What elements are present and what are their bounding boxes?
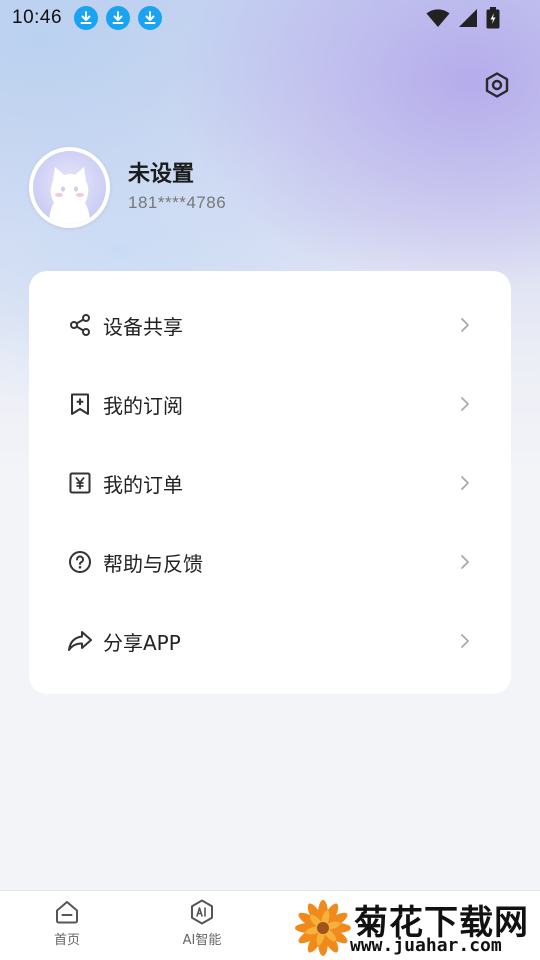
user-info: 未设置 181****4786 [128, 160, 226, 216]
chrysanthemum-logo [295, 900, 351, 956]
menu-item-label: 分享APP [103, 630, 181, 655]
share-forward-icon [67, 628, 93, 654]
system-icons [426, 7, 500, 29]
menu-item-label: 帮助与反馈 [103, 551, 203, 576]
settings-button[interactable] [482, 70, 512, 100]
status-time: 10:46 [12, 7, 63, 28]
avatar[interactable] [29, 147, 110, 228]
menu-card: 设备共享 我的订阅 我的订单 帮助与反馈 分享APP [29, 271, 511, 694]
watermark-url: www.juahar.com [350, 935, 502, 956]
download-icon [106, 6, 131, 30]
user-name[interactable]: 未设置 [128, 160, 226, 190]
site-watermark: 菊花下载网 www.juahar.com [292, 895, 540, 960]
chevron-right-icon [461, 476, 469, 490]
ai-icon [191, 899, 213, 925]
cell-signal-icon [459, 9, 477, 27]
battery-icon [486, 7, 500, 29]
download-icon [74, 6, 99, 30]
settings-icon [485, 72, 509, 98]
chevron-right-icon [461, 397, 469, 411]
help-circle-icon [67, 549, 93, 575]
menu-item-orders[interactable]: 我的订单 [29, 453, 511, 513]
download-icon [138, 6, 163, 30]
menu-item-subscriptions[interactable]: 我的订阅 [29, 374, 511, 434]
wifi-icon [426, 9, 450, 27]
menu-item-label: 设备共享 [103, 314, 183, 339]
status-bar: 10:46 [0, 0, 540, 36]
tab-home[interactable]: 首页 [27, 899, 107, 948]
menu-item-help-feedback[interactable]: 帮助与反馈 [29, 532, 511, 592]
menu-item-share-app[interactable]: 分享APP [29, 611, 511, 671]
tab-label: AI智能 [182, 933, 222, 948]
menu-item-label: 我的订阅 [103, 393, 183, 418]
tab-label: 首页 [53, 933, 80, 948]
menu-item-label: 我的订单 [103, 472, 183, 497]
chevron-right-icon [461, 555, 469, 569]
menu-item-device-share[interactable]: 设备共享 [29, 295, 511, 355]
home-icon [56, 901, 78, 924]
bookmark-add-icon [67, 391, 93, 417]
tab-ai[interactable]: AI智能 [162, 899, 242, 948]
cat-avatar-icon [33, 151, 106, 224]
notification-icons [74, 6, 163, 30]
chevron-right-icon [461, 634, 469, 648]
order-yen-icon [67, 470, 93, 496]
chevron-right-icon [461, 318, 469, 332]
share-nodes-icon [67, 312, 93, 338]
user-phone: 181****4786 [128, 192, 227, 212]
profile-section[interactable]: 未设置 181****4786 [29, 147, 226, 228]
